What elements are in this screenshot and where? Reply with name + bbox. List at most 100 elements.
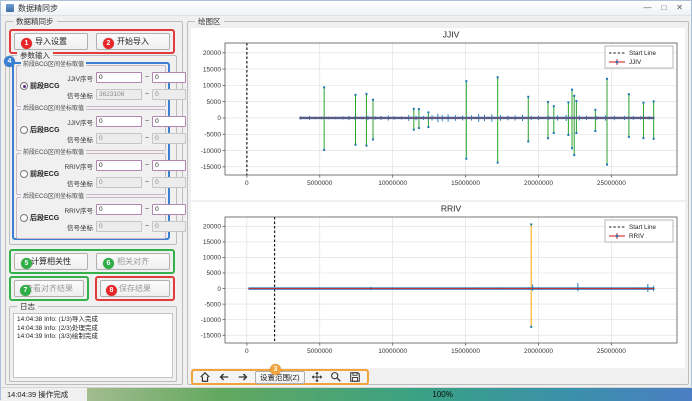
plot-group-title: 绘图区	[195, 17, 224, 26]
svg-text:10000000: 10000000	[378, 180, 407, 187]
chart-toolbar: 3 设置范围(Z)	[191, 369, 369, 385]
range-tilde: ~	[145, 118, 149, 125]
svg-text:5000000: 5000000	[307, 348, 333, 355]
section-title: 后段ECG区间坐标取值	[21, 194, 86, 201]
param-section-4: 后段ECG区间坐标取值 后段ECG RRIV序号 ~ 信号坐标 ~	[16, 197, 166, 239]
from-field[interactable]	[96, 221, 142, 232]
from-field[interactable]	[96, 133, 142, 144]
field-label: 信号坐标	[63, 90, 93, 100]
field-label: 信号坐标	[63, 178, 93, 188]
app-window: 数据精同步 — □ ✕ 数据精同步 1 导入设置 2 开始导入 参数输入 4 前…	[0, 0, 692, 400]
window-title: 数据精同步	[18, 3, 58, 14]
from-field[interactable]	[96, 177, 142, 188]
from-field[interactable]	[96, 89, 142, 100]
back-arrow-icon[interactable]	[217, 371, 230, 384]
svg-text:0: 0	[245, 348, 249, 355]
from-field[interactable]	[96, 72, 142, 83]
save-icon[interactable]	[349, 371, 362, 384]
svg-text:15000: 15000	[203, 239, 221, 246]
to-field[interactable]	[152, 72, 186, 83]
maximize-icon[interactable]: □	[661, 3, 666, 13]
badge-2: 2	[103, 38, 114, 49]
param-row: JJIV序号 ~	[63, 70, 162, 85]
view-align-result-button[interactable]: 7 查看对齐结果	[14, 280, 84, 297]
log-area[interactable]: 14:04:38 Info: (1/3)导入完成14:04:38 Info: (…	[13, 313, 173, 378]
svg-text:10000: 10000	[203, 83, 221, 90]
range-tilde: ~	[145, 206, 149, 213]
param-input-group: 参数输入 4 前段BCG区间坐标取值 前段BCG JJIV序号 ~ 信号坐标 ~…	[9, 55, 177, 245]
param-sections-box: 前段BCG区间坐标取值 前段BCG JJIV序号 ~ 信号坐标 ~ 后段BCG区…	[12, 62, 170, 240]
pan-icon[interactable]	[311, 371, 324, 384]
svg-text:15000: 15000	[203, 66, 221, 73]
svg-text:-5000: -5000	[204, 301, 221, 308]
status-text: 14:04:39 操作完成	[1, 389, 87, 400]
to-field[interactable]	[152, 204, 186, 215]
log-group: 日志 14:04:38 Info: (1/3)导入完成14:04:38 Info…	[9, 306, 177, 382]
range-tilde: ~	[145, 135, 149, 142]
svg-text:5000: 5000	[207, 270, 222, 277]
svg-text:-15000: -15000	[201, 164, 222, 171]
svg-text:20000: 20000	[203, 224, 221, 231]
corr-align-label: 相关对齐	[117, 256, 149, 267]
from-field[interactable]	[96, 204, 142, 215]
badge-7: 7	[20, 285, 31, 296]
svg-text:25000000: 25000000	[597, 180, 626, 187]
radio-circle[interactable]	[20, 214, 28, 222]
to-field[interactable]	[152, 177, 186, 188]
svg-text:-15000: -15000	[201, 332, 222, 339]
radio-1[interactable]: 前段BCG	[20, 81, 60, 91]
from-field[interactable]	[96, 116, 142, 127]
svg-text:-10000: -10000	[201, 148, 222, 155]
start-import-button[interactable]: 2 开始导入	[96, 33, 170, 50]
to-field[interactable]	[152, 89, 186, 100]
jjiv-chart[interactable]: 0 5000000 10000000 15000000 20000000 25000000…	[191, 28, 685, 200]
calc-correlation-button[interactable]: 5 计算相关性	[14, 253, 88, 270]
rriv-chart[interactable]: 0500000010000000150000002000000025000000…	[191, 202, 685, 368]
svg-text:20000000: 20000000	[524, 180, 553, 187]
badge-1: 1	[21, 38, 32, 49]
svg-text:0: 0	[245, 180, 249, 187]
zoom-icon[interactable]	[330, 371, 343, 384]
radio-3[interactable]: 前段ECG	[20, 169, 59, 179]
log-entry: 14:04:38 Info: (1/3)导入完成	[17, 316, 169, 325]
radio-4[interactable]: 后段ECG	[20, 213, 59, 223]
svg-text:15000000: 15000000	[451, 348, 480, 355]
svg-text:0: 0	[217, 286, 221, 293]
svg-text:20000: 20000	[203, 50, 221, 57]
set-range-button[interactable]: 3 设置范围(Z)	[255, 371, 305, 384]
radio-label: 后段ECG	[30, 213, 59, 223]
to-field[interactable]	[152, 221, 186, 232]
badge-6: 6	[103, 258, 114, 269]
set-range-label: 设置范围(Z)	[260, 372, 300, 383]
radio-circle[interactable]	[20, 126, 28, 134]
home-icon[interactable]	[198, 371, 211, 384]
to-field[interactable]	[152, 160, 186, 171]
radio-circle[interactable]	[20, 82, 28, 90]
field-label: RRIV序号	[63, 205, 93, 215]
to-field[interactable]	[152, 116, 186, 127]
to-field[interactable]	[152, 133, 186, 144]
range-tilde: ~	[145, 91, 149, 98]
status-bar: 14:04:39 操作完成 100%	[1, 387, 692, 401]
forward-arrow-icon[interactable]	[236, 371, 249, 384]
svg-text:RRIV: RRIV	[629, 233, 645, 240]
calc-correlation-label: 计算相关性	[31, 256, 71, 267]
save-result-box: 8 保存结果	[95, 276, 175, 301]
range-tilde: ~	[145, 74, 149, 81]
field-label: JJIV序号	[63, 73, 93, 83]
section-title: 前段BCG区间坐标取值	[21, 62, 86, 69]
close-icon[interactable]: ✕	[676, 3, 683, 13]
svg-text:15000000: 15000000	[451, 180, 480, 187]
save-result-button[interactable]: 8 保存结果	[100, 280, 170, 297]
log-entry: 14:04:39 Info: (3/3)绘制完成	[17, 333, 169, 342]
radio-label: 前段BCG	[30, 81, 60, 91]
svg-text:5000000: 5000000	[307, 180, 333, 187]
badge-4: 4	[4, 56, 15, 67]
import-settings-button[interactable]: 1 导入设置	[14, 33, 88, 50]
param-group-title: 参数输入	[17, 51, 53, 60]
radio-2[interactable]: 后段BCG	[20, 125, 60, 135]
corr-align-button[interactable]: 6 相关对齐	[96, 253, 170, 270]
radio-circle[interactable]	[20, 170, 28, 178]
from-field[interactable]	[96, 160, 142, 171]
minimize-icon[interactable]: —	[643, 3, 651, 13]
